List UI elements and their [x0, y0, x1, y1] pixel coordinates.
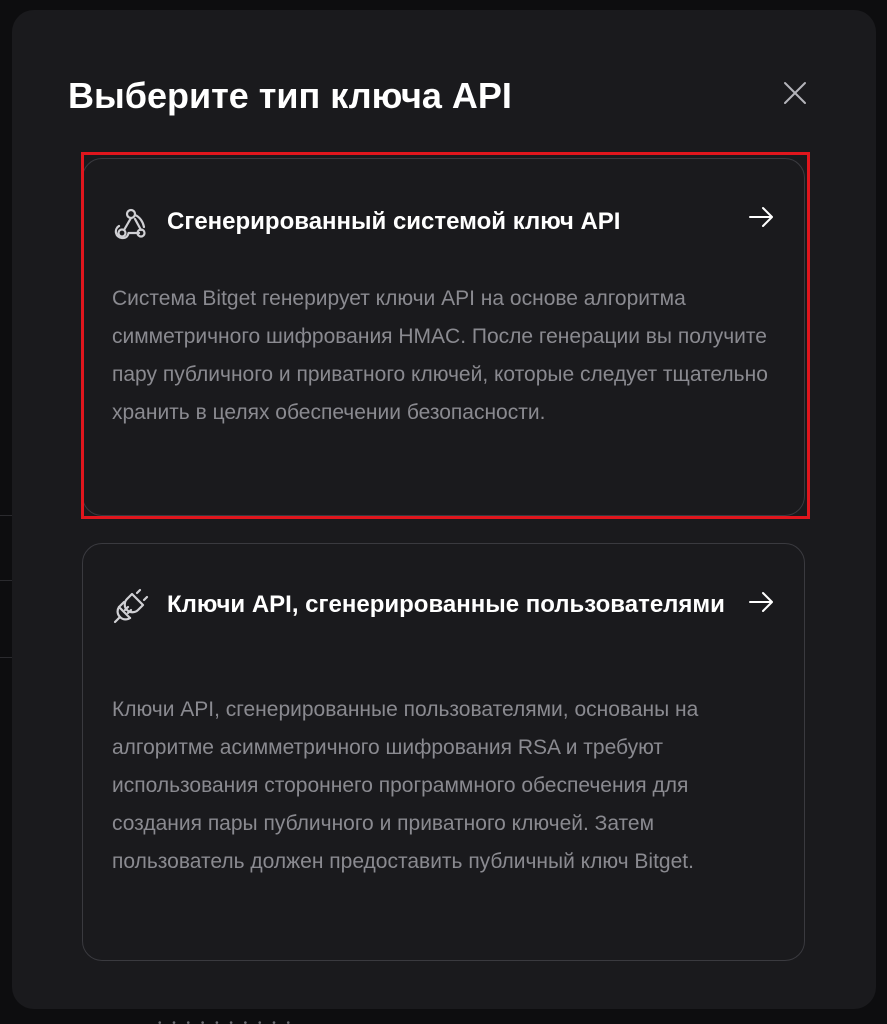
- api-key-type-dialog: Выберите тип ключа API Сгенерированный с…: [12, 10, 876, 1009]
- webhook-icon: [114, 208, 146, 240]
- arrow-right-icon: [749, 592, 773, 612]
- option-title: Ключи API, сгенерированные пользователям…: [167, 591, 725, 618]
- option-system-generated-key[interactable]: Сгенерированный системой ключ API Систем…: [82, 158, 805, 516]
- backdrop-divider: [0, 580, 12, 581]
- option-description: Система Bitget генерирует ключи API на о…: [112, 287, 768, 424]
- backdrop-pagination-dots: • • • • • • • • • •: [158, 1018, 295, 1024]
- option-description: Ключи API, сгенерированные пользователям…: [112, 698, 699, 873]
- close-button[interactable]: [778, 76, 812, 110]
- backdrop-divider: [0, 515, 12, 516]
- close-icon: [784, 82, 806, 104]
- arrow-right-icon: [749, 207, 773, 227]
- option-user-generated-keys[interactable]: Ключи API, сгенерированные пользователям…: [82, 543, 805, 961]
- dialog-title: Выберите тип ключа API: [68, 75, 512, 116]
- backdrop-divider: [0, 657, 12, 658]
- option-title: Сгенерированный системой ключ API: [167, 208, 621, 235]
- plug-connection-icon: [113, 588, 149, 624]
